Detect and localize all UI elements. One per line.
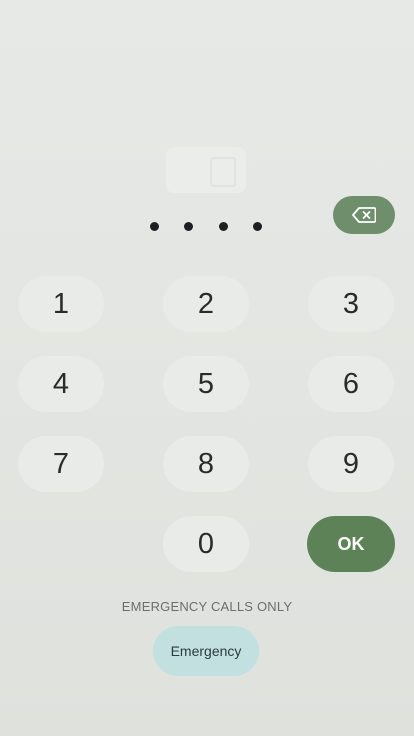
keypad-key-1[interactable]: 1 (18, 276, 104, 332)
ok-button[interactable]: OK (307, 516, 395, 572)
pin-dot (150, 221, 159, 231)
emergency-call-button[interactable]: Emergency (153, 626, 259, 676)
keypad-key-4[interactable]: 4 (18, 356, 104, 412)
pin-dot (218, 221, 228, 231)
backspace-icon (352, 207, 376, 223)
keypad-key-0[interactable]: 0 (163, 516, 249, 572)
keypad-key-5[interactable]: 5 (163, 356, 249, 412)
emergency-calls-notice: EMERGENCY CALLS ONLY (121, 599, 293, 614)
keypad-key-8[interactable]: 8 (163, 436, 249, 492)
backspace-button[interactable] (333, 196, 395, 234)
keypad-key-6[interactable]: 6 (308, 356, 394, 412)
keypad-key-3[interactable]: 3 (308, 276, 394, 332)
pin-entry-dots (150, 218, 262, 234)
keypad-key-7[interactable]: 7 (18, 436, 104, 492)
pin-dot (184, 221, 194, 231)
keypad-key-9[interactable]: 9 (308, 436, 394, 492)
sim-card-icon (166, 147, 246, 193)
sim-pin-lock-screen: 1 2 3 4 5 6 7 8 9 0 OK EMERGENCY CALLS O… (0, 0, 414, 736)
pin-dot (252, 221, 262, 231)
keypad-key-2[interactable]: 2 (163, 276, 249, 332)
sim-chip-shape (210, 157, 236, 187)
